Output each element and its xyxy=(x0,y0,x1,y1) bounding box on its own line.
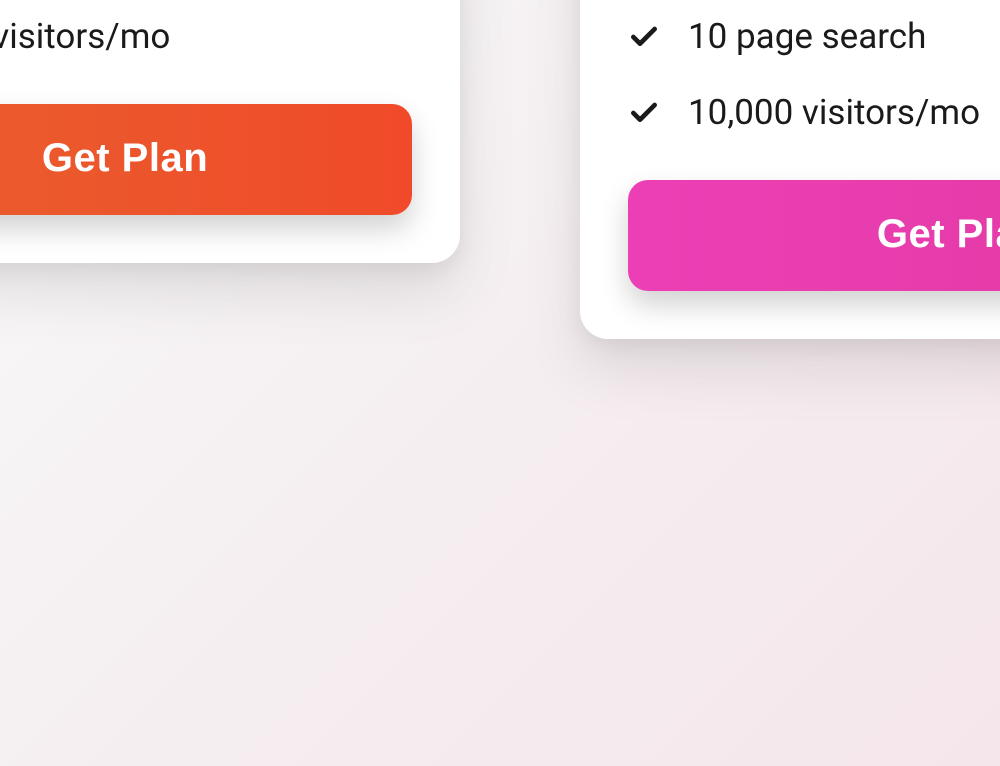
check-icon xyxy=(628,21,660,53)
get-plan-button[interactable]: Get Plan xyxy=(628,180,1000,291)
feature-label: 1,000 visitors/mo xyxy=(0,16,170,58)
list-item: 10,000 visitors/mo xyxy=(628,92,1000,134)
pricing-card-left: For landing pages Home + 404 page Custom… xyxy=(0,0,460,263)
check-icon xyxy=(628,97,660,129)
pricing-card-right: Unlimited pages Password protect 1 CMS c… xyxy=(580,0,1000,339)
feature-list: Unlimited pages Password protect 1 CMS c… xyxy=(628,0,1000,134)
feature-label: 10,000 visitors/mo xyxy=(688,92,980,134)
feature-label: 10 page search xyxy=(688,16,926,58)
feature-list: For landing pages Home + 404 page Custom… xyxy=(0,0,412,58)
list-item: 10 page search xyxy=(628,16,1000,58)
list-item: 1,000 visitors/mo xyxy=(0,16,412,58)
get-plan-button[interactable]: Get Plan xyxy=(0,104,412,215)
